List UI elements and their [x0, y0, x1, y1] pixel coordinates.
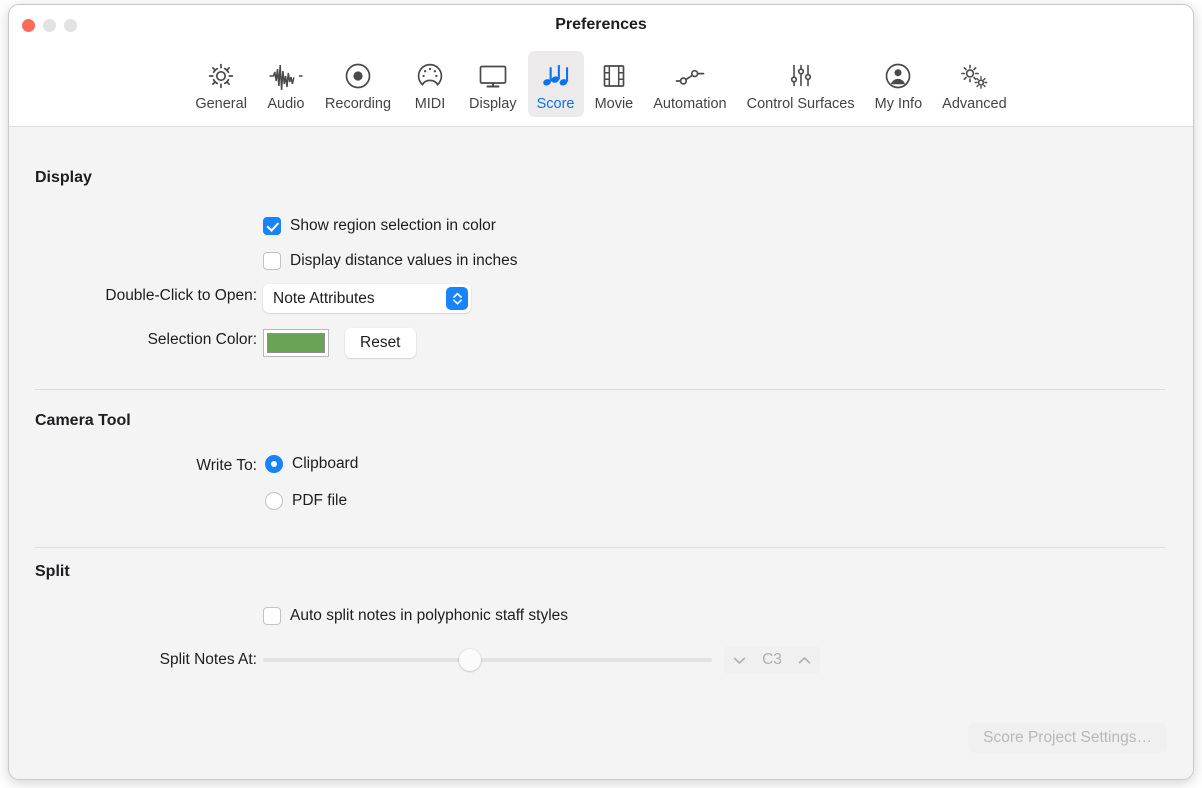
write-to-pdf-row[interactable]: PDF file — [265, 492, 347, 510]
divider-display-camera — [35, 389, 1165, 390]
midi-connector-icon — [415, 58, 445, 94]
double-click-to-open-label-wrap: Double-Click to Open: — [35, 287, 257, 305]
tab-label: Score — [537, 96, 575, 112]
write-to-label-wrap: Write To: — [35, 457, 257, 475]
tab-my-info[interactable]: My Info — [866, 51, 932, 117]
section-heading-display: Display — [35, 169, 92, 187]
tab-score[interactable]: Score — [528, 51, 584, 117]
tab-label: Advanced — [942, 96, 1007, 112]
tab-general[interactable]: General — [186, 51, 256, 117]
monitor-icon — [477, 58, 509, 94]
reset-selection-color-button[interactable]: Reset — [345, 328, 416, 358]
tab-movie[interactable]: Movie — [586, 51, 643, 117]
preferences-toolbar: General Audio Recording — [9, 49, 1193, 127]
chevron-up-icon[interactable] — [798, 656, 811, 665]
tab-recording[interactable]: Recording — [316, 51, 400, 117]
split-notes-at-controls: C3 — [263, 646, 820, 674]
show-region-selection-checkbox[interactable] — [263, 217, 281, 235]
split-notes-at-label-wrap: Split Notes At: — [35, 651, 257, 669]
tab-label: Movie — [595, 96, 634, 112]
double-click-to-open-label: Double-Click to Open: — [105, 287, 257, 305]
gears-icon — [957, 58, 991, 94]
auto-split-label: Auto split notes in polyphonic staff sty… — [290, 607, 568, 625]
tab-label: Audio — [267, 96, 304, 112]
slider-track — [263, 658, 712, 662]
display-distance-inches-row[interactable]: Display distance values in inches — [263, 252, 517, 270]
show-region-selection-label: Show region selection in color — [290, 217, 496, 235]
write-to-pdf-label: PDF file — [292, 492, 347, 510]
selection-color-well[interactable] — [263, 329, 329, 357]
tab-label: MIDI — [415, 96, 446, 112]
double-click-to-open-value: Note Attributes — [273, 290, 375, 308]
tab-label: Recording — [325, 96, 391, 112]
tab-label: My Info — [875, 96, 923, 112]
chevron-down-icon[interactable] — [733, 656, 746, 665]
section-heading-camera-tool: Camera Tool — [35, 412, 131, 430]
window-title: Preferences — [9, 16, 1193, 34]
score-project-settings-wrap: Score Project Settings… — [968, 723, 1167, 753]
music-notes-icon — [539, 58, 573, 94]
preferences-content: Display Show region selection in color D… — [9, 127, 1193, 779]
automation-node-icon — [673, 58, 707, 94]
preferences-window: Preferences General Audio — [8, 4, 1194, 780]
tab-label: Display — [469, 96, 517, 112]
tab-advanced[interactable]: Advanced — [933, 51, 1016, 117]
tab-label: Automation — [653, 96, 726, 112]
tab-label: General — [195, 96, 247, 112]
selection-color-label-wrap: Selection Color: — [35, 331, 257, 349]
selection-color-swatch — [267, 333, 325, 353]
display-distance-inches-checkbox[interactable] — [263, 252, 281, 270]
show-region-selection-row[interactable]: Show region selection in color — [263, 217, 496, 235]
score-project-settings-button[interactable]: Score Project Settings… — [968, 723, 1167, 753]
waveform-icon — [268, 58, 304, 94]
tab-audio[interactable]: Audio — [258, 51, 314, 117]
slider-thumb[interactable] — [459, 649, 481, 671]
sliders-icon — [788, 58, 814, 94]
write-to-clipboard-label: Clipboard — [292, 455, 358, 473]
chevron-up-down-icon — [446, 287, 468, 310]
selection-color-controls: Reset — [263, 328, 416, 358]
display-distance-inches-label: Display distance values in inches — [290, 252, 517, 270]
tab-display[interactable]: Display — [460, 51, 526, 117]
title-bar: Preferences — [9, 5, 1193, 49]
write-to-clipboard-radio[interactable] — [265, 455, 283, 473]
section-heading-split: Split — [35, 563, 70, 581]
tab-control-surfaces[interactable]: Control Surfaces — [738, 51, 864, 117]
tab-automation[interactable]: Automation — [644, 51, 735, 117]
selection-color-label: Selection Color: — [148, 331, 257, 349]
person-circle-icon — [883, 58, 913, 94]
split-notes-at-slider[interactable] — [263, 649, 712, 671]
double-click-to-open-popup[interactable]: Note Attributes — [263, 284, 471, 313]
split-notes-at-label: Split Notes At: — [160, 651, 257, 669]
split-notes-at-value: C3 — [759, 651, 785, 669]
write-to-label: Write To: — [196, 457, 257, 475]
write-to-pdf-radio[interactable] — [265, 492, 283, 510]
divider-camera-split — [35, 547, 1165, 548]
write-to-clipboard-row[interactable]: Clipboard — [265, 455, 358, 473]
film-strip-icon — [600, 58, 628, 94]
tab-midi[interactable]: MIDI — [402, 51, 458, 117]
record-circle-icon — [343, 58, 373, 94]
auto-split-row[interactable]: Auto split notes in polyphonic staff sty… — [263, 607, 568, 625]
split-notes-at-stepper[interactable]: C3 — [724, 646, 820, 674]
auto-split-checkbox[interactable] — [263, 607, 281, 625]
gear-icon — [206, 58, 236, 94]
tab-label: Control Surfaces — [747, 96, 855, 112]
